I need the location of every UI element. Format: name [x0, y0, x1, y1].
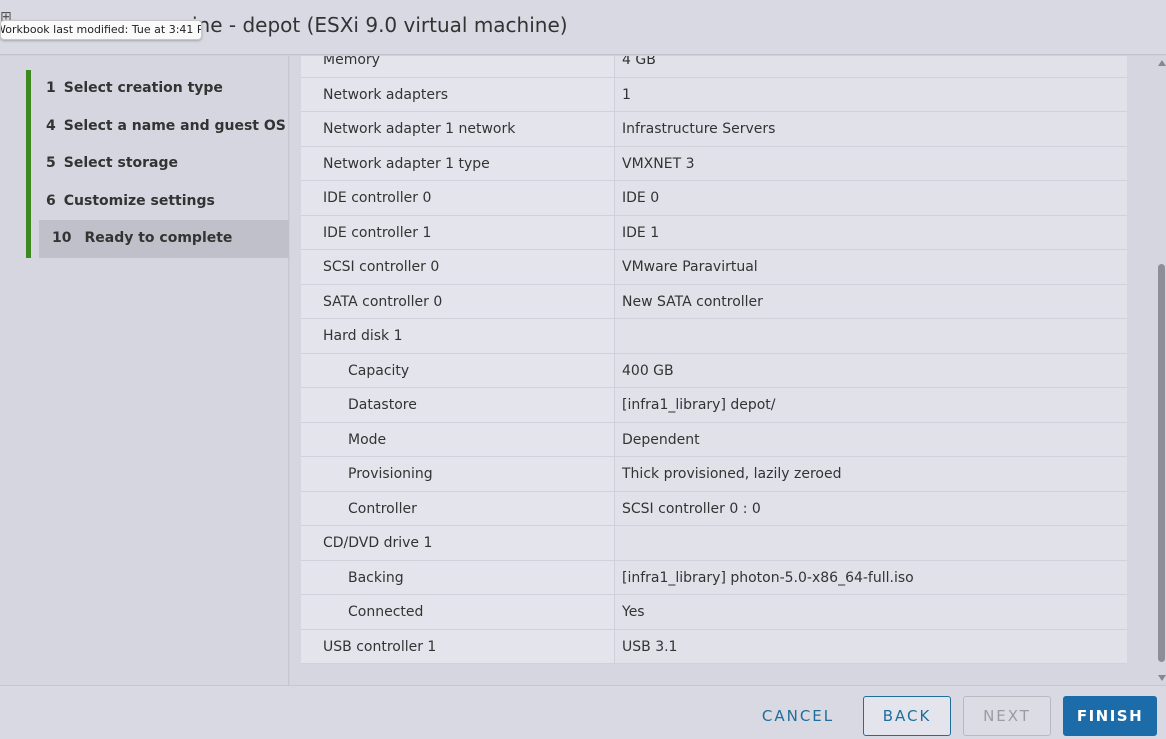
row-value — [615, 526, 1127, 560]
step-number: 5 — [46, 155, 56, 171]
row-value: 1 — [615, 77, 1127, 111]
row-label: Capacity — [301, 353, 615, 387]
row-label: Network adapter 1 type — [301, 146, 615, 180]
row-label: Backing — [301, 560, 615, 594]
step-number: 6 — [46, 192, 56, 209]
step-label: Select a name and guest OS — [63, 117, 286, 134]
table-row: Hard disk 1 — [301, 319, 1127, 354]
table-row: IDE controller 0 IDE 0 — [301, 181, 1127, 216]
step-select-storage[interactable]: 5 Select storage — [26, 145, 289, 183]
step-select-name-guest-os[interactable]: 4 Select a name and guest OS — [26, 107, 289, 145]
row-value: IDE 1 — [615, 215, 1127, 249]
table-row: SATA controller 0 New SATA controller — [301, 284, 1127, 319]
row-label: CD/DVD drive 1 — [301, 526, 615, 560]
step-number: 1 — [46, 80, 56, 96]
row-value: 4 GB — [615, 56, 1127, 77]
summary-table: Memory 4 GB Network adapters 1 Network ada… — [301, 56, 1127, 664]
table-row: Capacity 400 GB — [301, 353, 1127, 388]
scroll-thumb[interactable] — [1158, 264, 1165, 662]
row-label: Network adapters — [301, 77, 615, 111]
table-row: Memory 4 GB — [301, 56, 1127, 78]
scroll-down-arrow-icon[interactable] — [1158, 675, 1166, 681]
row-label: SATA controller 0 — [301, 284, 615, 318]
back-button[interactable]: BACK — [863, 696, 951, 736]
finish-button[interactable]: FINISH — [1063, 696, 1157, 736]
step-label: Ready to complete — [84, 230, 233, 246]
row-label: USB controller 1 — [301, 629, 615, 663]
step-label: Select storage — [63, 155, 178, 171]
table-row: Network adapters 1 — [301, 77, 1127, 112]
step-label: Select creation type — [63, 80, 223, 96]
row-value: VMXNET 3 — [615, 146, 1127, 180]
row-label: IDE controller 0 — [301, 181, 615, 215]
step-number: 4 — [46, 117, 56, 134]
row-label: Datastore — [301, 388, 615, 422]
vertical-scrollbar[interactable] — [1156, 56, 1166, 685]
cancel-button[interactable]: CANCEL — [754, 696, 842, 736]
table-row: CD/DVD drive 1 — [301, 526, 1127, 561]
tooltip: Workbook last modified: Tue at 3:41 PM — [0, 20, 202, 40]
row-value: Yes — [615, 595, 1127, 629]
row-label: SCSI controller 0 — [301, 250, 615, 284]
row-value: USB 3.1 — [615, 629, 1127, 663]
scroll-up-arrow-icon[interactable] — [1158, 60, 1166, 66]
summary-panel: Memory 4 GB Network adapters 1 Network ada… — [290, 56, 1166, 685]
step-number: 10 — [52, 230, 72, 246]
step-select-creation-type[interactable]: 1 Select creation type — [26, 70, 289, 108]
row-value — [615, 319, 1127, 353]
dialog-title: ine - depot (ESXi 9.0 virtual machine) — [192, 13, 568, 37]
row-value: New SATA controller — [615, 284, 1127, 318]
row-label: Hard disk 1 — [301, 319, 615, 353]
table-row: Connected Yes — [301, 595, 1127, 630]
table-row: Network adapter 1 type VMXNET 3 — [301, 146, 1127, 181]
row-value: IDE 0 — [615, 181, 1127, 215]
row-value: Thick provisioned, lazily zeroed — [615, 457, 1127, 491]
table-row: IDE controller 1 IDE 1 — [301, 215, 1127, 250]
row-label: Mode — [301, 422, 615, 456]
steps-list: 1 Select creation type 4 Select a name and… — [26, 70, 289, 258]
step-label: Customize settings — [63, 192, 215, 209]
step-customize-settings[interactable]: 6 Customize settings — [26, 182, 289, 220]
step-ready-to-complete[interactable]: 10 Ready to complete — [26, 220, 289, 258]
table-row: Provisioning Thick provisioned, lazily ze… — [301, 457, 1127, 492]
next-button[interactable]: NEXT — [963, 696, 1051, 736]
row-label: Controller — [301, 491, 615, 525]
wizard-steps-sidebar: 1 Select creation type 4 Select a name and… — [0, 56, 289, 685]
table-row: Datastore [infra1_library] depot/ — [301, 388, 1127, 423]
table-row: USB controller 1 USB 3.1 — [301, 629, 1127, 664]
row-value: SCSI controller 0 : 0 — [615, 491, 1127, 525]
row-label: Connected — [301, 595, 615, 629]
table-row: Backing [infra1_library] photon-5.0-x86_6… — [301, 560, 1127, 595]
row-value: Infrastructure Servers — [615, 112, 1127, 146]
row-value: 400 GB — [615, 353, 1127, 387]
table-row: Mode Dependent — [301, 422, 1127, 457]
table-row: Controller SCSI controller 0 : 0 — [301, 491, 1127, 526]
row-value: Dependent — [615, 422, 1127, 456]
row-label: Provisioning — [301, 457, 615, 491]
row-label: IDE controller 1 — [301, 215, 615, 249]
row-value: VMware Paravirtual — [615, 250, 1127, 284]
row-label: Network adapter 1 network — [301, 112, 615, 146]
row-value: [infra1_library] photon-5.0-x86_64-full.… — [615, 560, 1127, 594]
row-value: [infra1_library] depot/ — [615, 388, 1127, 422]
dialog-footer: CANCEL BACK NEXT FINISH — [0, 685, 1166, 739]
row-label: Memory — [301, 56, 615, 77]
table-row: Network adapter 1 network Infrastructure … — [301, 112, 1127, 147]
table-row: SCSI controller 0 VMware Paravirtual — [301, 250, 1127, 285]
